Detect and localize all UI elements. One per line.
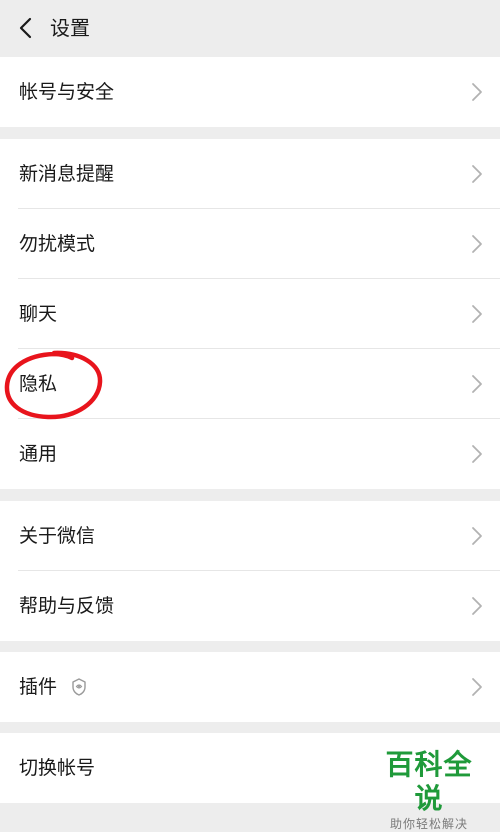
settings-item-general[interactable]: 通用: [0, 419, 500, 489]
settings-item-label: 插件: [19, 676, 58, 698]
back-button[interactable]: [8, 8, 44, 48]
settings-item-label: 帐号与安全: [19, 81, 115, 103]
chevron-right-icon: [472, 445, 482, 463]
settings-group-about: 关于微信 帮助与反馈: [0, 501, 500, 641]
settings-item-do-not-disturb[interactable]: 勿扰模式: [0, 209, 500, 279]
page-title: 设置: [50, 16, 90, 40]
chevron-right-icon: [472, 527, 482, 545]
settings-item-label: 聊天: [19, 303, 58, 325]
plugin-shield-icon: [72, 678, 86, 696]
settings-item-label: 新消息提醒: [19, 163, 115, 185]
settings-item-help-feedback[interactable]: 帮助与反馈: [0, 571, 500, 641]
chevron-right-icon: [472, 375, 482, 393]
settings-group-plugins: 插件: [0, 652, 500, 722]
settings-item-privacy[interactable]: 隐私: [0, 349, 500, 419]
chevron-right-icon: [472, 597, 482, 615]
watermark-title: 百科全说: [385, 748, 473, 815]
settings-item-label: 切换帐号: [19, 757, 96, 779]
settings-item-label: 通用: [19, 443, 58, 465]
settings-group-account: 帐号与安全: [0, 57, 500, 127]
settings-item-label: 关于微信: [19, 525, 96, 547]
settings-item-label: 隐私: [19, 373, 58, 395]
nav-bar: 设置: [0, 0, 500, 56]
chevron-left-icon: [19, 17, 32, 39]
chevron-right-icon: [472, 83, 482, 101]
chevron-right-icon: [472, 235, 482, 253]
chevron-right-icon: [472, 165, 482, 183]
watermark-logo: 百科全说 助你轻松解决: [372, 748, 486, 831]
settings-item-about-wechat[interactable]: 关于微信: [0, 501, 500, 571]
settings-item-plugins[interactable]: 插件: [0, 652, 500, 722]
chevron-right-icon: [472, 678, 482, 696]
settings-item-account-security[interactable]: 帐号与安全: [0, 57, 500, 127]
settings-item-label: 勿扰模式: [19, 233, 96, 255]
settings-group-general: 新消息提醒 勿扰模式 聊天 隐私 通用: [0, 139, 500, 489]
settings-item-notifications[interactable]: 新消息提醒: [0, 139, 500, 209]
settings-item-label: 帮助与反馈: [19, 595, 115, 617]
chevron-right-icon: [472, 305, 482, 323]
settings-item-chat[interactable]: 聊天: [0, 279, 500, 349]
watermark-subtitle: 助你轻松解决: [389, 817, 468, 831]
